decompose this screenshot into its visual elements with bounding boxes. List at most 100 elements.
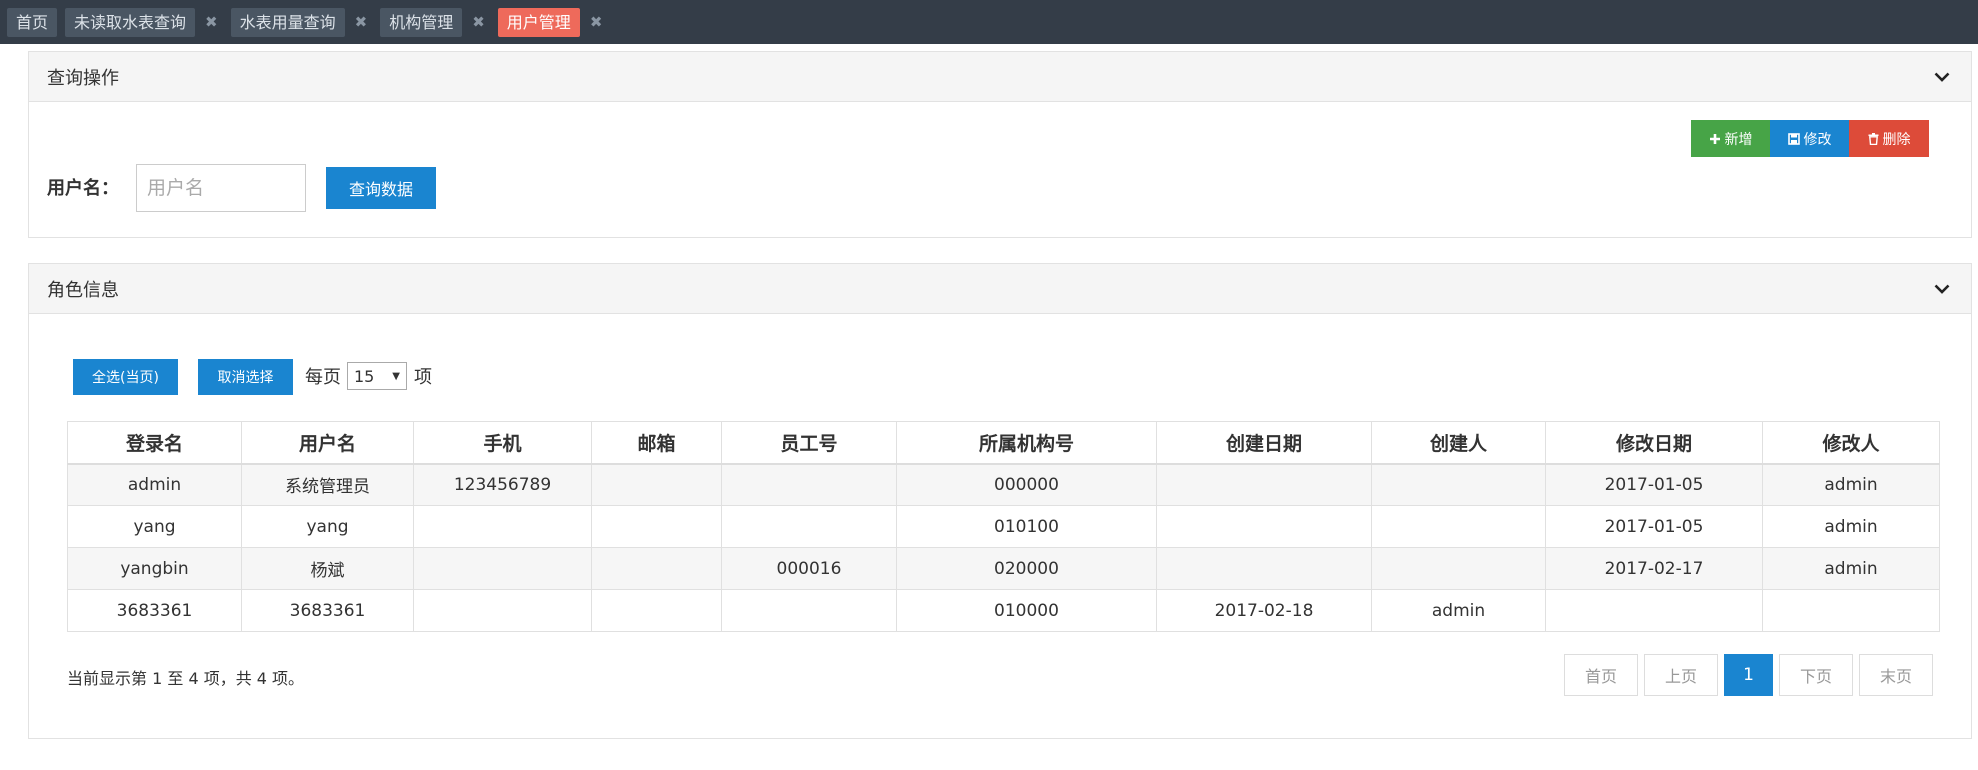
chevron-down-icon[interactable] xyxy=(1931,66,1953,88)
column-header[interactable]: 修改人 xyxy=(1762,421,1940,465)
table-cell: 2017-02-17 xyxy=(1545,547,1763,590)
prev-page-button[interactable]: 上页 xyxy=(1644,654,1718,696)
operation-button-group: 新增 修改 删除 xyxy=(1691,120,1929,157)
username-label: 用户名： xyxy=(47,178,119,199)
column-header[interactable]: 邮箱 xyxy=(591,421,722,465)
table-cell: admin xyxy=(67,463,242,506)
query-data-button[interactable]: 查询数据 xyxy=(326,167,436,209)
column-header[interactable]: 登录名 xyxy=(67,421,242,465)
table-cell xyxy=(591,589,722,632)
table-cell: admin xyxy=(1762,463,1940,506)
next-page-button[interactable]: 下页 xyxy=(1779,654,1853,696)
close-icon[interactable]: ✖ xyxy=(472,13,485,31)
column-header[interactable]: 创建人 xyxy=(1371,421,1546,465)
table-cell: 020000 xyxy=(896,547,1157,590)
per-page-suffix: 项 xyxy=(414,367,432,388)
tab-user-management[interactable]: 用户管理 xyxy=(497,7,580,37)
table-cell xyxy=(1156,505,1372,548)
table-cell: admin xyxy=(1371,589,1546,632)
table-cell: 2017-01-05 xyxy=(1545,505,1763,548)
table-cell xyxy=(1762,589,1940,632)
table-cell xyxy=(1156,547,1372,590)
table-cell xyxy=(1371,547,1546,590)
table-row[interactable]: admin 系统管理员 123456789 000000 2017-01-05 … xyxy=(67,463,1940,506)
delete-button-label: 删除 xyxy=(1882,131,1911,148)
table-cell: 010100 xyxy=(896,505,1157,548)
username-search-input[interactable] xyxy=(136,164,306,212)
table-cell xyxy=(1371,463,1546,506)
delete-button[interactable]: 删除 xyxy=(1849,120,1929,157)
select-all-page-button[interactable]: 全选(当页) xyxy=(73,359,178,395)
table-cell xyxy=(721,505,897,548)
table-cell: admin xyxy=(1762,547,1940,590)
table-cell xyxy=(1545,589,1763,632)
plus-icon xyxy=(1709,133,1720,144)
table-row[interactable]: 3683361 3683361 010000 2017-02-18 admin xyxy=(67,589,1940,632)
trash-icon xyxy=(1868,132,1878,145)
role-panel-header: 角色信息 xyxy=(29,264,1971,314)
table-cell: 000016 xyxy=(721,547,897,590)
table-cell: 3683361 xyxy=(67,589,242,632)
column-header[interactable]: 所属机构号 xyxy=(896,421,1157,465)
table-header-row: 登录名 用户名 手机 邮箱 员工号 所属机构号 创建日期 创建人 修改日期 修改… xyxy=(67,421,1940,465)
tab-unread-meter-query[interactable]: 未读取水表查询 xyxy=(65,7,196,37)
column-header[interactable]: 创建日期 xyxy=(1156,421,1372,465)
tab-meter-usage-query[interactable]: 水表用量查询 xyxy=(230,7,345,37)
table-cell: 系统管理员 xyxy=(241,463,414,506)
edit-button-label: 修改 xyxy=(1803,131,1832,148)
column-header[interactable]: 员工号 xyxy=(721,421,897,465)
tab-bar: 首页 未读取水表查询 ✖ 水表用量查询 ✖ 机构管理 ✖ 用户管理 ✖ xyxy=(0,0,1978,44)
table-cell: 2017-02-18 xyxy=(1156,589,1372,632)
chevron-down-icon[interactable] xyxy=(1931,278,1953,300)
table-cell xyxy=(591,463,722,506)
table-cell: 2017-01-05 xyxy=(1545,463,1763,506)
table-cell xyxy=(413,547,592,590)
column-header[interactable]: 修改日期 xyxy=(1545,421,1763,465)
table-cell xyxy=(591,505,722,548)
query-panel-title: 查询操作 xyxy=(47,67,119,89)
table-cell: admin xyxy=(1762,505,1940,548)
page-number-button[interactable]: 1 xyxy=(1724,654,1773,696)
pagination: 首页 上页 1 下页 末页 xyxy=(1564,654,1933,696)
per-page-value: 15 xyxy=(354,366,375,386)
table-row[interactable]: yang yang 010100 2017-01-05 admin xyxy=(67,505,1940,548)
table-cell: 3683361 xyxy=(241,589,414,632)
table-cell: 000000 xyxy=(896,463,1157,506)
caret-down-icon: ▼ xyxy=(392,370,400,382)
column-header[interactable]: 手机 xyxy=(413,421,592,465)
close-icon[interactable]: ✖ xyxy=(355,13,368,31)
table-cell xyxy=(1371,505,1546,548)
role-info-panel: 角色信息 全选(当页) 取消选择 每页 15 ▼ 项 登录名 用户名 手机 邮箱… xyxy=(28,263,1972,739)
first-page-button[interactable]: 首页 xyxy=(1564,654,1638,696)
table-cell: yang xyxy=(67,505,242,548)
table-cell: yangbin xyxy=(67,547,242,590)
save-icon xyxy=(1787,132,1800,145)
tab-org-management[interactable]: 机构管理 xyxy=(380,7,463,37)
table-cell xyxy=(591,547,722,590)
add-button[interactable]: 新增 xyxy=(1691,120,1770,157)
pagination-summary: 当前显示第 1 至 4 项，共 4 项。 xyxy=(67,669,305,688)
query-panel: 查询操作 新增 修改 删除 用户名： 查询数据 xyxy=(28,51,1972,238)
close-icon[interactable]: ✖ xyxy=(590,13,603,31)
add-button-label: 新增 xyxy=(1724,131,1753,148)
edit-button[interactable]: 修改 xyxy=(1770,120,1849,157)
tab-home[interactable]: 首页 xyxy=(7,7,58,37)
close-icon[interactable]: ✖ xyxy=(205,13,218,31)
role-panel-title: 角色信息 xyxy=(47,279,119,301)
table-cell xyxy=(413,505,592,548)
table-cell: 123456789 xyxy=(413,463,592,506)
user-table: 登录名 用户名 手机 邮箱 员工号 所属机构号 创建日期 创建人 修改日期 修改… xyxy=(67,421,1940,632)
table-row[interactable]: yangbin 杨斌 000016 020000 2017-02-17 admi… xyxy=(67,547,1940,590)
per-page-select[interactable]: 15 ▼ xyxy=(347,362,407,390)
table-cell: yang xyxy=(241,505,414,548)
table-cell: 010000 xyxy=(896,589,1157,632)
per-page-prefix: 每页 xyxy=(305,367,341,388)
table-cell: 杨斌 xyxy=(241,547,414,590)
column-header[interactable]: 用户名 xyxy=(241,421,414,465)
query-panel-header: 查询操作 xyxy=(29,52,1971,102)
table-cell xyxy=(721,589,897,632)
table-cell xyxy=(721,463,897,506)
cancel-selection-button[interactable]: 取消选择 xyxy=(198,359,293,395)
table-cell xyxy=(413,589,592,632)
last-page-button[interactable]: 末页 xyxy=(1859,654,1933,696)
